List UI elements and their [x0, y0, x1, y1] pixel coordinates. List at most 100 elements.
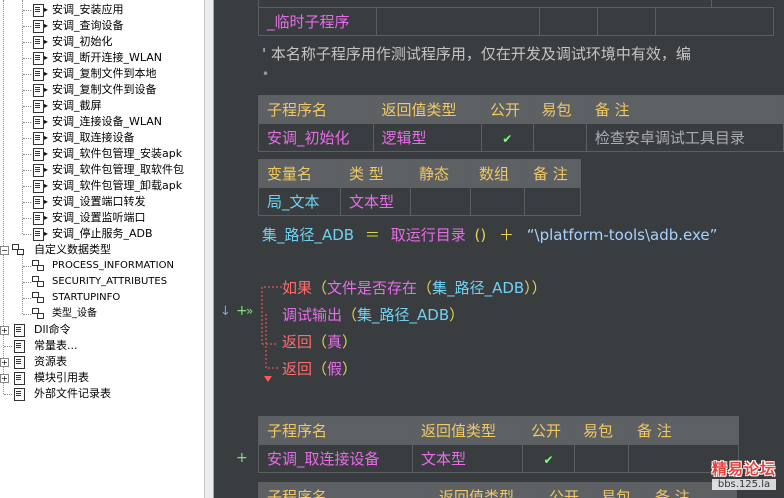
var-type-cell[interactable]: 文本型 [340, 187, 411, 216]
subroutine-icon [33, 20, 44, 33]
expand-icon[interactable]: + [0, 358, 9, 367]
subroutine-icon [33, 4, 44, 17]
return-type-cell[interactable]: 文本型 [412, 444, 523, 473]
arrow-icon: ▸ [44, 229, 49, 238]
tree-node-label: 安调_初始化 [52, 35, 113, 48]
col-var-note: 备 注 [524, 159, 581, 188]
expand-plus-icon[interactable]: + [236, 450, 248, 466]
tree-node-sub[interactable]: ▸ 安调_截屏 [0, 98, 204, 114]
watermark-title: 精易论坛 [711, 460, 776, 478]
tree-node-root[interactable]: 常量表... [0, 338, 204, 354]
var-array-cell[interactable] [470, 187, 525, 216]
col-sub-name: 子程序名 [258, 482, 431, 498]
tree-node-root[interactable]: + Dll命令 [0, 322, 204, 338]
sub-table-2: 子程序名 返回值类型 公开 易包 备 注 安调_取连接设备 文本型 ✔ [258, 416, 739, 473]
code-line-return-false[interactable]: 返回（假） [282, 358, 357, 379]
arrow-icon: ▸ [44, 37, 49, 46]
collapse-icon[interactable]: − [0, 246, 9, 255]
code-editor[interactable]: _临时子程序 ' 本名称子程序用作测试程序用，仅在开发及调试环境中有效，编 • … [214, 0, 784, 498]
data-type-icon [12, 244, 24, 255]
tree-node-type[interactable]: STARTUPINFO [0, 290, 204, 306]
tree-node-label: 安调_查询设备 [52, 19, 124, 32]
sub-name-cell[interactable]: 安调_取连接设备 [258, 444, 413, 473]
code-line-debug[interactable]: 调试输出（集_路径_ADB） [282, 304, 464, 325]
col-static: 静态 [410, 159, 471, 188]
tree-node-sub[interactable]: ▸ 安调_设置监听端口 [0, 210, 204, 226]
easy-pkg-cell[interactable] [532, 123, 587, 152]
constant-icon [14, 340, 25, 353]
parens: () [474, 226, 487, 244]
module-icon [14, 372, 25, 385]
subroutine-icon [33, 52, 44, 65]
code-line-return-true[interactable]: 返回（真） [282, 331, 357, 352]
project-tree[interactable]: ▸ 安调_安装应用 ▸ 安调_查询设备 ▸ 安调_初始化 ▸ 安调_断开连接_WLAN ▸ 安调_… [0, 0, 204, 498]
tree-node-sub[interactable]: ▸ 安调_软件包管理_卸载apk [0, 178, 204, 194]
note-cell[interactable]: 检查安卓调试工具目录 [585, 123, 784, 152]
col-return-type: 返回值类型 [412, 416, 523, 445]
tree-node-sub[interactable]: ▸ 安调_复制文件到设备 [0, 82, 204, 98]
tree-node-label: 外部文件记录表 [34, 387, 111, 400]
tree-node-label: 资源表 [34, 355, 67, 368]
tree-node-label: 安调_软件包管理_安装apk [52, 147, 183, 160]
subroutine-icon [33, 180, 44, 193]
tree-node-sub[interactable]: ▸ 安调_断开连接_WLAN [0, 50, 204, 66]
tree-node-root[interactable]: + 模块引用表 [0, 370, 204, 386]
tree-node-sub[interactable]: ▸ 安调_取连接设备 [0, 130, 204, 146]
operator: ＋ [498, 226, 514, 244]
tree-node-type[interactable]: 类型_设备 [0, 306, 204, 322]
tree-node-sub[interactable]: ▸ 安调_初始化 [0, 34, 204, 50]
tree-node-type[interactable]: PROCESS_INFORMATION [0, 258, 204, 274]
tree-node-sub[interactable]: ▸ 安调_复制文件到本地 [0, 66, 204, 82]
tree-node-sub[interactable]: ▸ 安调_设置端口转发 [0, 194, 204, 210]
arrow-icon: ▸ [44, 85, 49, 94]
comment-line[interactable]: ' 本名称子程序用作测试程序用，仅在开发及调试环境中有效，编 [262, 43, 691, 64]
tree-node-sub[interactable]: ▸ 安调_连接设备_WLAN [0, 114, 204, 130]
tree-node-sub[interactable]: ▸ 安调_查询设备 [0, 18, 204, 34]
tree-node-label: 安调_设置监听端口 [52, 211, 146, 224]
tree-node-sub[interactable]: ▸ 安调_停止服务_ADB [0, 226, 204, 242]
arrow-icon: ▸ [44, 133, 49, 142]
col-public: 公开 [522, 416, 575, 445]
tree-node-label: 安调_取连接设备 [52, 131, 135, 144]
table-edge [258, 0, 712, 7]
tree-node-label: 类型_设备 [52, 308, 97, 319]
tree-node-custom-types[interactable]: − 自定义数据类型 [0, 242, 204, 258]
expand-icon[interactable]: + [0, 374, 9, 383]
watermark-url: bbs.125.la [711, 479, 776, 490]
code-line-if[interactable]: 如果（文件是否存在（集_路径_ADB）） [282, 277, 547, 298]
subroutine-icon [33, 100, 44, 113]
expand-icon[interactable]: + [0, 326, 9, 335]
func-call: 调试输出 [282, 306, 343, 324]
easy-pkg-cell[interactable] [574, 444, 629, 473]
var-note-cell[interactable] [524, 187, 581, 216]
public-check-icon[interactable]: ✔ [480, 123, 534, 152]
var-name-cell[interactable]: 局_文本 [258, 187, 341, 216]
resource-icon [14, 356, 25, 369]
col-note: 备 注 [628, 416, 739, 445]
bool-literal: 假 [327, 360, 343, 378]
bullet-mark: • [262, 67, 270, 81]
tree-node-root[interactable]: 外部文件记录表 [0, 386, 204, 402]
var-static-cell[interactable] [410, 187, 471, 216]
col-easy-pkg: 易包 [592, 482, 647, 498]
tree-node-sub[interactable]: ▸ 安调_安装应用 [0, 2, 204, 18]
panel-splitter[interactable] [204, 0, 214, 498]
tree-node-sub[interactable]: ▸ 安调_软件包管理_安装apk [0, 146, 204, 162]
tree-node-type[interactable]: SECURITY_ATTRIBUTES [0, 274, 204, 290]
public-check-icon[interactable]: ✔ [522, 444, 575, 473]
step-arrow-icon[interactable]: ↓ [220, 304, 231, 319]
tree-node-root[interactable]: + 资源表 [0, 354, 204, 370]
sub-name-cell[interactable]: 安调_初始化 [258, 123, 374, 152]
arrow-icon: ▸ [44, 149, 49, 158]
tree-node-label: 安调_软件包管理_取软件包 [52, 163, 184, 176]
sub-table-3: 子程序名 返回值类型 公开 易包 备 注 [258, 482, 737, 498]
dll-icon [14, 324, 25, 337]
code-line-assign[interactable]: 集_路径_ADB ＝ 取运行目录 () ＋ “\platform-tools\a… [262, 224, 717, 245]
col-public: 公开 [540, 482, 593, 498]
temp-sub-name[interactable]: _临时子程序 [258, 7, 377, 36]
tree-node-sub[interactable]: ▸ 安调_软件包管理_取软件包 [0, 162, 204, 178]
data-type-icon [32, 260, 44, 271]
col-var-type: 类 型 [340, 159, 411, 188]
return-type-cell[interactable]: 逻辑型 [372, 123, 482, 152]
arrow-icon: ▸ [44, 197, 49, 206]
